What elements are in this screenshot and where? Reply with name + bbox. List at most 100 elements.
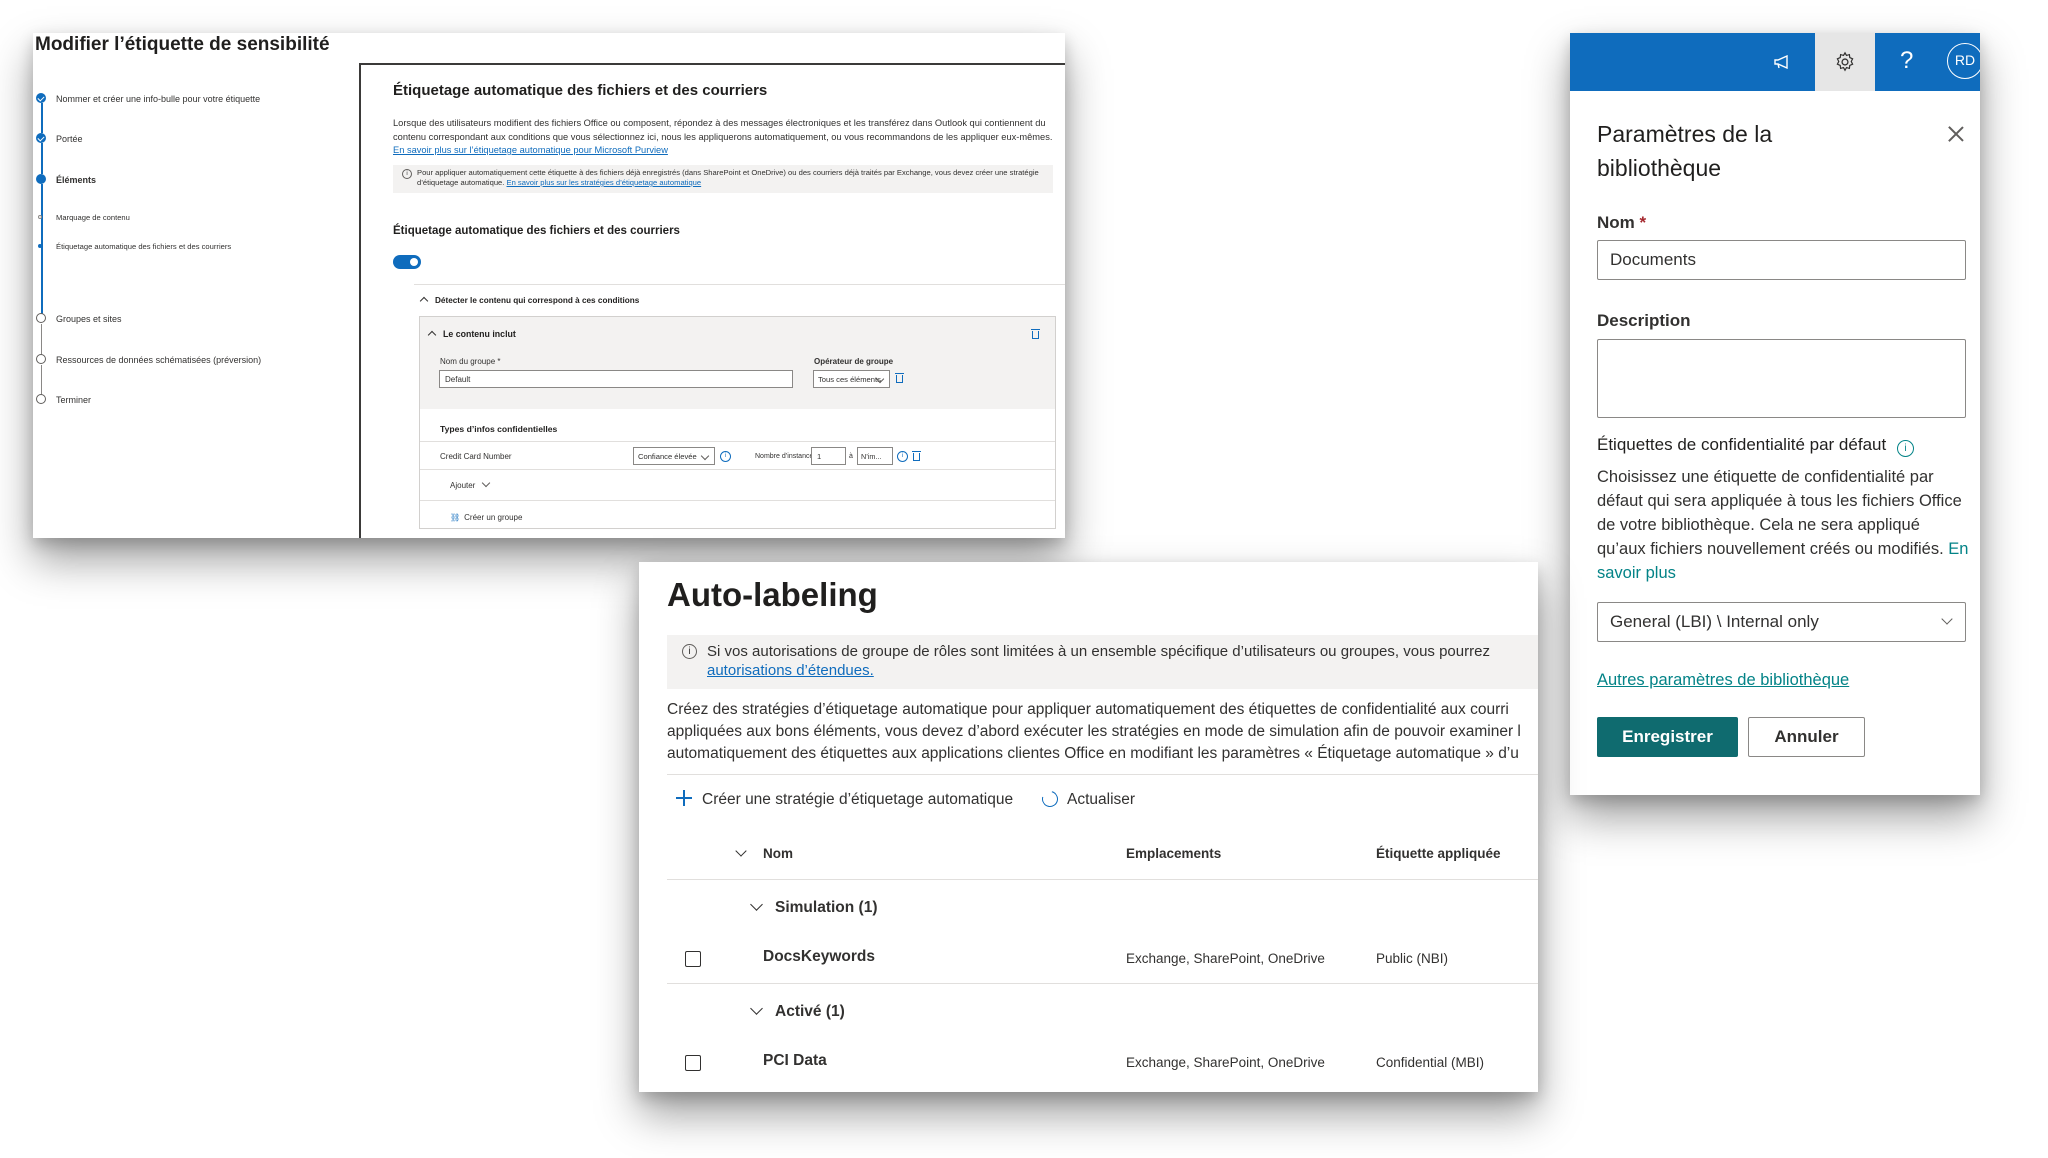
instances-min-input[interactable]: 1: [811, 447, 846, 465]
auto-labeling-description: Lorsque des utilisateurs modifient des f…: [393, 117, 1053, 158]
step-label: Étiquetage automatique des fichiers et d…: [56, 242, 232, 251]
create-policy-button[interactable]: Créer une stratégie d’étiquetage automat…: [676, 788, 1013, 809]
operator-select[interactable]: Tous ces éléments: [813, 370, 890, 388]
group-icon: ⛓: [450, 513, 461, 522]
divider: [667, 879, 1538, 880]
avatar[interactable]: RD: [1947, 43, 1980, 79]
group-header-enabled[interactable]: Activé (1): [750, 1002, 845, 1021]
condition-group-header[interactable]: Le contenu inclut: [420, 317, 1055, 353]
info-icon: i: [682, 644, 697, 659]
detect-label: Détecter le contenu qui correspond à ces…: [435, 296, 640, 305]
info-icon[interactable]: i: [720, 451, 731, 462]
create-group-button[interactable]: ⛓ Créer un groupe: [450, 513, 522, 522]
refresh-button[interactable]: Actualiser: [1039, 788, 1135, 810]
chevron-up-icon: [427, 330, 437, 340]
library-settings-panel: ? RD Paramètres de la bibliothèque Nom *…: [1570, 33, 1980, 795]
step-current-icon: [36, 174, 46, 184]
message-text: Si vos autorisations de groupe de rôles …: [707, 643, 1490, 660]
confidence-value: Confiance élevée: [638, 452, 697, 461]
save-button[interactable]: Enregistrer: [1597, 717, 1738, 757]
auto-labeling-toggle[interactable]: [393, 255, 421, 269]
scoped-permissions-link[interactable]: autorisations d’étendues.: [707, 662, 874, 679]
info-icon[interactable]: i: [897, 451, 908, 462]
divider: [667, 983, 1538, 984]
add-dropdown[interactable]: Ajouter: [450, 478, 490, 490]
description-input[interactable]: [1597, 339, 1966, 418]
top-bar: ? RD: [1570, 33, 1980, 91]
close-icon[interactable]: [1947, 125, 1965, 143]
megaphone-icon[interactable]: [1773, 55, 1793, 69]
chevron-down-icon: [1941, 613, 1953, 625]
step-label: Terminer: [56, 395, 92, 405]
auto-labeling-heading: Étiquetage automatique des fichiers et d…: [393, 82, 768, 99]
info-icon[interactable]: i: [1896, 440, 1914, 457]
info-note: i Pour appliquer automatiquement cette é…: [393, 165, 1053, 193]
instances-max-input[interactable]: N’im...: [857, 447, 893, 465]
info-type-name: Credit Card Number: [440, 452, 512, 461]
wizard-divider: [359, 63, 361, 538]
column-header-locations[interactable]: Emplacements: [1126, 846, 1221, 861]
substep-icon: [38, 215, 42, 219]
page-title: Auto-labeling: [667, 576, 878, 613]
divider: [667, 774, 1538, 775]
policy-name[interactable]: DocsKeywords: [763, 948, 875, 966]
delete-icon[interactable]: [895, 373, 904, 383]
settings-button[interactable]: [1815, 33, 1875, 91]
instances-to-label: à: [849, 453, 853, 460]
row-checkbox[interactable]: [685, 951, 701, 967]
description-label: Description: [1597, 311, 1691, 330]
panel-title: Paramètres de la bibliothèque: [1597, 121, 1773, 181]
group-name-input[interactable]: Default: [439, 370, 793, 388]
chevron-down-icon: [481, 478, 490, 488]
policy-locations: Exchange, SharePoint, OneDrive: [1126, 1055, 1325, 1070]
name-input[interactable]: Documents: [1597, 240, 1966, 280]
description-text: Lorsque des utilisateurs modifient des f…: [393, 118, 1053, 142]
description-line: automatiquement des étiquettes aux appli…: [667, 745, 1519, 762]
cancel-button[interactable]: Annuler: [1748, 717, 1865, 757]
group-name-label: Nom du groupe *: [440, 357, 501, 366]
policy-locations: Exchange, SharePoint, OneDrive: [1126, 951, 1325, 966]
chevron-down-icon: [700, 451, 710, 461]
learn-more-link[interactable]: En savoir plus sur l’étiquetage automati…: [393, 145, 668, 155]
step-label: Ressources de données schématisées (prév…: [56, 355, 262, 365]
column-label: Nom: [763, 846, 793, 861]
policy-name[interactable]: PCI Data: [763, 1052, 827, 1070]
operator-value: Tous ces éléments: [818, 375, 881, 384]
row-checkbox[interactable]: [685, 1055, 701, 1071]
page-description: Créez des stratégies d’étiquetage automa…: [667, 699, 1538, 765]
scope-message-bar: i Si vos autorisations de groupe de rôle…: [667, 635, 1538, 689]
step-connector: [41, 324, 42, 355]
label-editor-window: Modifier l’étiquette de sensibilité Nomm…: [33, 33, 1065, 538]
description-line: Créez des stratégies d’étiquetage automa…: [667, 701, 1509, 718]
column-header-name[interactable]: Nom: [735, 845, 793, 861]
step-connector: [41, 143, 43, 174]
step-label: Nommer et créer une info-bulle pour votr…: [56, 94, 261, 104]
help-icon[interactable]: ?: [1900, 47, 1913, 75]
info-icon: i: [402, 169, 412, 179]
default-label-value: General (LBI) \ Internal only: [1610, 612, 1819, 631]
delete-icon[interactable]: [912, 451, 921, 461]
more-library-settings-link[interactable]: Autres paramètres de bibliothèque: [1597, 671, 1849, 690]
operator-label: Opérateur de groupe: [814, 357, 894, 366]
column-header-label[interactable]: Étiquette appliquée: [1376, 846, 1501, 861]
default-label-select[interactable]: General (LBI) \ Internal only: [1597, 602, 1966, 642]
gear-icon: [1836, 51, 1854, 72]
detect-conditions-toggle[interactable]: Détecter le contenu qui correspond à ces…: [419, 296, 640, 306]
chevron-down-icon: [750, 898, 763, 911]
delete-icon[interactable]: [1031, 329, 1040, 339]
group-header-simulation[interactable]: Simulation (1): [750, 898, 877, 917]
name-label-text: Nom: [1597, 213, 1635, 232]
step-done-icon: [36, 133, 46, 143]
divider: [414, 284, 1065, 285]
policy-learn-more-link[interactable]: En savoir plus sur les stratégies d’étiq…: [507, 178, 702, 187]
info-types-label: Types d’infos confidentielles: [440, 424, 558, 434]
create-group-label: Créer un groupe: [464, 513, 523, 522]
step-done-icon: [36, 93, 46, 103]
chevron-down-icon: [735, 845, 747, 857]
instances-label: Nombre d’instances: [755, 453, 817, 460]
step-label: Groupes et sites: [56, 314, 122, 324]
confidence-select[interactable]: Confiance élevée: [633, 447, 715, 465]
step-connector: [41, 184, 43, 314]
divider: [420, 469, 1055, 470]
add-label: Ajouter: [450, 481, 476, 490]
